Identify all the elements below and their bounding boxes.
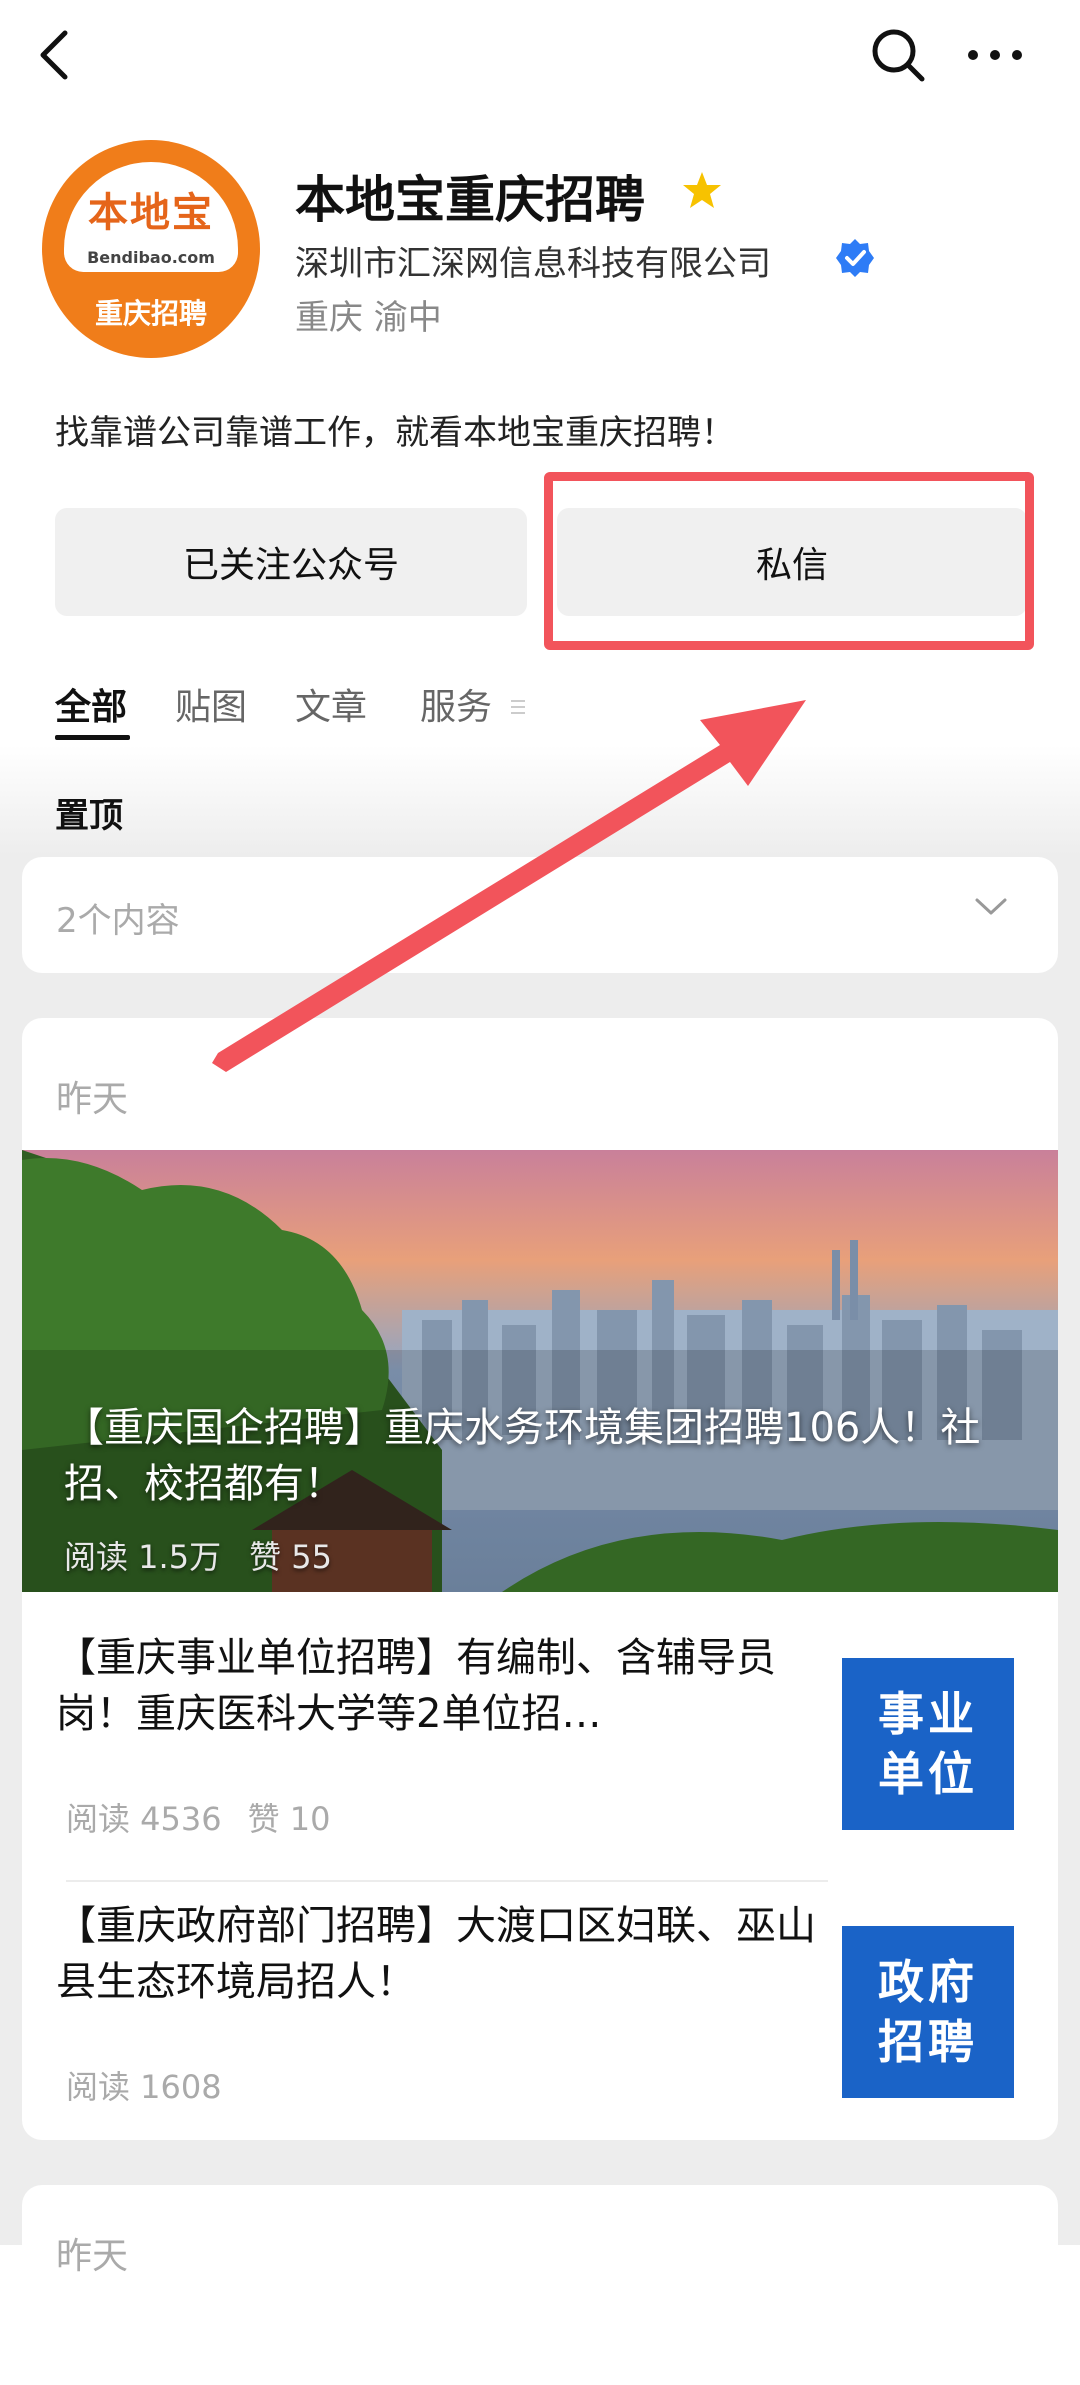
list-item[interactable]: 【重庆政府部门招聘】大渡口区妇联、巫山县生态环境局招人！ 阅读 1608 政府 … <box>22 1880 1058 2140</box>
avatar-brand-text: 本地宝 <box>88 190 214 236</box>
tab-active-indicator <box>55 735 130 740</box>
back-arrow-icon <box>40 30 68 80</box>
pinned-card[interactable]: 2个内容 <box>22 857 1058 973</box>
feed-card: 昨天 <box>22 2185 1058 2385</box>
hero-stats: 阅读 1.5万赞 55 <box>64 1532 360 1578</box>
article-reads: 阅读 4536 <box>66 1800 222 1838</box>
thumbnail-text-line2: 招聘 <box>878 2015 978 2069</box>
hero-image <box>22 1150 1058 1592</box>
article-likes: 赞 10 <box>247 1800 331 1838</box>
tab-images[interactable]: 贴图 <box>175 678 247 730</box>
pinned-count: 2个内容 <box>56 901 180 941</box>
menu-lines-icon <box>511 700 526 714</box>
more-dots-icon <box>968 50 1022 60</box>
account-description: 找靠谱公司靠谱工作，就看本地宝重庆招聘！ <box>55 413 735 453</box>
verified-badge-icon <box>836 239 874 277</box>
search-icon <box>872 29 925 82</box>
hero-article[interactable]: 【重庆国企招聘】重庆水务环境集团招聘106人！社招、校招都有！ 阅读 1.5万赞… <box>22 1150 1058 1592</box>
tab-articles[interactable]: 文章 <box>295 678 367 730</box>
profile-header: 本地宝 Bendibao.com 重庆招聘 本地宝重庆招聘 深圳市汇深网信息科技… <box>0 130 1080 370</box>
pinned-heading: 置顶 <box>55 796 123 836</box>
top-bar <box>0 0 1080 120</box>
more-button[interactable] <box>952 15 1038 95</box>
search-button[interactable] <box>858 15 938 95</box>
tab-services[interactable]: 服务 <box>420 678 527 730</box>
feed-date: 昨天 <box>56 2236 129 2277</box>
article-stats: 阅读 4536 赞 10 <box>66 1794 357 1840</box>
article-title: 【重庆政府部门招聘】大渡口区妇联、巫山县生态环境局招人！ <box>56 1903 816 2005</box>
list-item[interactable]: 【重庆事业单位招聘】有编制、含辅导员岗！重庆医科大学等2单位招… 阅读 4536… <box>22 1612 1058 1872</box>
chevron-down-icon <box>975 898 1007 915</box>
avatar-city-text: 重庆招聘 <box>94 297 207 330</box>
avatar-site-text: Bendibao.com <box>87 248 215 267</box>
feed-card: 昨天 <box>22 1018 1058 2140</box>
feed-date: 昨天 <box>56 1079 129 1120</box>
account-name: 本地宝重庆招聘 <box>295 171 645 229</box>
article-thumbnail: 政府 招聘 <box>842 1926 1014 2098</box>
company-name[interactable]: 深圳市汇深网信息科技有限公司 <box>295 236 771 285</box>
hero-reads: 阅读 1.5万 <box>64 1538 222 1576</box>
thumbnail-text-line1: 事业 <box>878 1687 978 1741</box>
hero-likes: 赞 55 <box>249 1538 332 1576</box>
avatar[interactable]: 本地宝 Bendibao.com 重庆招聘 <box>42 140 260 358</box>
tab-all[interactable]: 全部 <box>55 678 127 730</box>
hero-title: 【重庆国企招聘】重庆水务环境集团招聘106人！社招、校招都有！ <box>64 1405 981 1507</box>
thumbnail-text-line2: 单位 <box>878 1747 978 1801</box>
article-stats: 阅读 1608 <box>66 2062 248 2108</box>
article-reads: 阅读 1608 <box>66 2068 222 2106</box>
highlight-box <box>544 472 1034 650</box>
back-button[interactable] <box>20 15 90 95</box>
location-text: 重庆 渝中 <box>295 298 442 338</box>
article-title: 【重庆事业单位招聘】有编制、含辅导员岗！重庆医科大学等2单位招… <box>56 1635 776 1737</box>
followed-button[interactable]: 已关注公众号 <box>55 508 527 616</box>
star-icon <box>683 172 721 208</box>
tab-services-label: 服务 <box>420 687 493 728</box>
thumbnail-text-line1: 政府 <box>878 1955 978 2009</box>
article-thumbnail: 事业 单位 <box>842 1658 1014 1830</box>
